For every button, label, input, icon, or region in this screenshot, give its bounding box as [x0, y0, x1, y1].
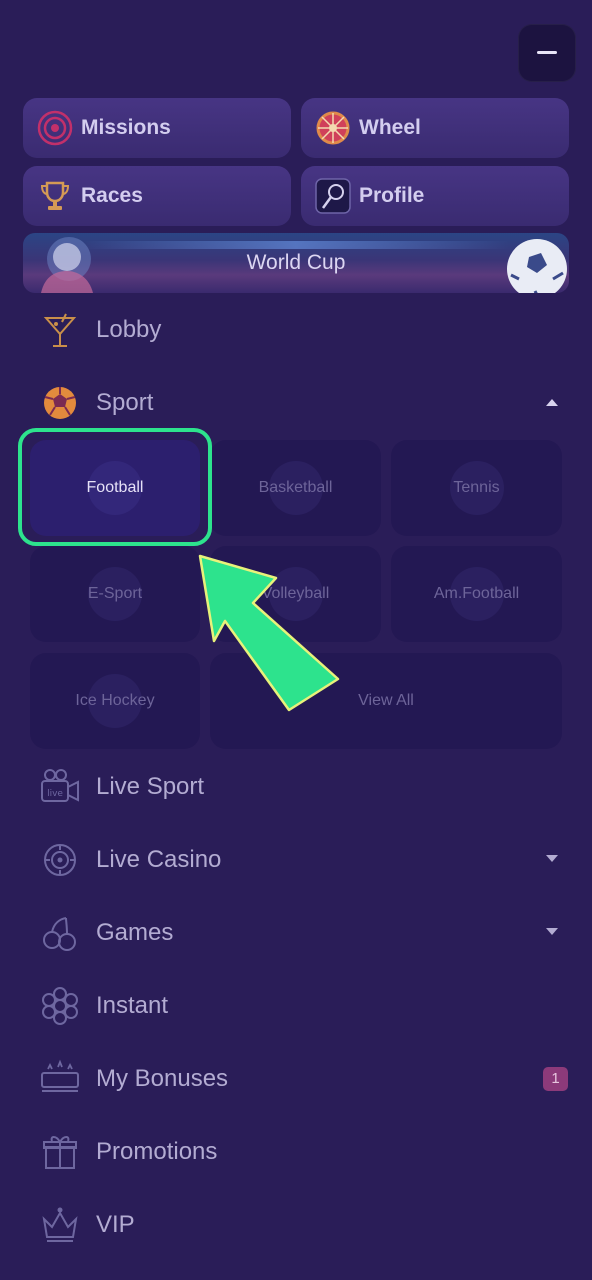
menu-close-button[interactable] — [518, 24, 576, 82]
sport-tile-label: Tennis — [453, 479, 500, 496]
missions-button[interactable]: Missions — [23, 98, 291, 158]
menu-label-my-bonuses: My Bonuses — [96, 1065, 229, 1092]
menu-label-live-sport: Live Sport — [96, 773, 205, 800]
menu-item-vip[interactable]: VIP — [40, 1200, 568, 1250]
cherries-icon — [43, 917, 76, 951]
sport-tile-view-all[interactable]: View All — [210, 653, 562, 749]
live-camera-icon: live — [41, 769, 79, 802]
flower-icon — [42, 987, 78, 1025]
menu-label-sport: Sport — [96, 389, 154, 416]
menu-item-lobby[interactable]: Lobby — [40, 305, 568, 355]
world-cup-banner[interactable]: World Cup — [23, 233, 569, 293]
svg-text:live: live — [47, 789, 63, 799]
profile-label: Profile — [359, 184, 425, 207]
minus-icon — [537, 51, 557, 54]
races-button[interactable]: Races — [23, 166, 291, 226]
gift-icon — [43, 1136, 77, 1169]
target-icon — [37, 110, 73, 146]
cocktail-icon — [43, 313, 77, 347]
sport-tile-esport[interactable]: E-Sport — [30, 546, 200, 642]
menu-label-promotions: Promotions — [96, 1138, 218, 1165]
sport-tile-label: Am.Football — [433, 585, 520, 602]
sport-tile-label: Ice Hockey — [75, 692, 155, 709]
casino-chip-icon — [44, 844, 76, 876]
wheel-label: Wheel — [359, 116, 421, 139]
chevron-down-icon — [546, 855, 558, 862]
banner-label: World Cup — [246, 251, 346, 274]
sport-tile-label: E-Sport — [87, 585, 143, 602]
sport-tile-tennis[interactable]: Tennis — [391, 440, 562, 536]
wheel-button[interactable]: Wheel — [301, 98, 569, 158]
bonus-count-badge: 1 — [543, 1067, 568, 1091]
sport-tile-ice-hockey[interactable]: Ice Hockey — [30, 653, 200, 749]
trophy-icon — [40, 181, 70, 210]
menu-item-my-bonuses[interactable]: My Bonuses 1 — [40, 1054, 568, 1104]
sport-tile-am-football[interactable]: Am.Football — [391, 546, 562, 642]
soccer-ball-icon — [44, 387, 76, 419]
wheel-icon — [316, 111, 350, 145]
chevron-up-icon — [546, 399, 558, 406]
menu-label-instant: Instant — [96, 992, 169, 1019]
menu-label-live-casino: Live Casino — [96, 846, 222, 873]
chevron-down-icon — [546, 928, 558, 935]
crown-icon — [42, 1207, 78, 1242]
bonus-stars-icon — [41, 1059, 79, 1092]
menu-item-promotions[interactable]: Promotions — [40, 1127, 568, 1177]
menu-label-lobby: Lobby — [96, 316, 162, 343]
menu-item-sport[interactable]: Sport — [40, 378, 568, 428]
selection-highlight — [18, 428, 212, 546]
menu-label-games: Games — [96, 919, 174, 946]
sport-tile-label: View All — [358, 692, 414, 709]
menu-label-vip: VIP — [96, 1211, 135, 1238]
profile-button[interactable]: Profile — [301, 166, 569, 226]
sport-tile-basketball[interactable]: Basketball — [210, 440, 381, 536]
missions-label: Missions — [81, 116, 171, 139]
sport-tile-label: Basketball — [258, 479, 333, 496]
profile-icon — [315, 178, 351, 214]
menu-item-live-sport[interactable]: live Live Sport — [40, 762, 568, 812]
menu-item-games[interactable]: Games — [40, 908, 568, 958]
menu-item-live-casino[interactable]: Live Casino — [40, 835, 568, 885]
sport-tile-volleyball[interactable]: Volleyball — [210, 546, 381, 642]
races-label: Races — [81, 184, 143, 207]
sport-tile-label: Volleyball — [261, 585, 330, 602]
menu-item-instant[interactable]: Instant — [40, 981, 568, 1031]
